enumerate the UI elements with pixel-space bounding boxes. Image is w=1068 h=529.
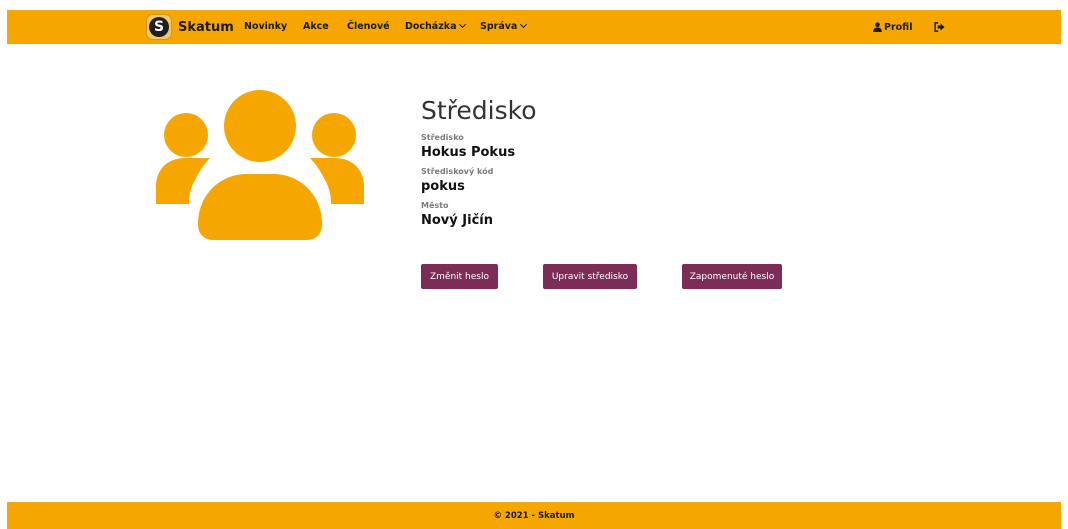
chevron-down-icon: [520, 20, 528, 29]
nav-link-label: Novinky: [244, 21, 288, 32]
nav-link-label: Členové: [347, 21, 390, 32]
field-label-mesto: Město: [421, 201, 449, 210]
field-value-stredisko: Hokus Pokus: [421, 145, 516, 160]
field-value-kod: pokus: [421, 179, 465, 194]
field-label-stredisko: Středisko: [421, 133, 464, 142]
brand-logo: S: [146, 14, 172, 40]
profile-link[interactable]: Profil: [873, 10, 912, 44]
forgotten-password-button[interactable]: Zapomenuté heslo: [682, 264, 782, 289]
edit-center-button[interactable]: Upravit středisko: [543, 264, 637, 289]
brand-logo-letter: S: [149, 17, 169, 37]
detail-panel: Středisko Středisko Hokus Pokus Středisk…: [421, 93, 921, 233]
field-value-mesto: Nový Jičín: [421, 213, 493, 228]
change-password-button[interactable]: Změnit heslo: [421, 264, 498, 289]
nav-link-akce[interactable]: Akce: [303, 10, 329, 44]
nav-link-label: Akce: [303, 21, 329, 32]
nav-link-label: Správa: [480, 21, 518, 32]
profile-label: Profil: [884, 21, 913, 33]
page-title: Středisko: [421, 96, 537, 125]
brand-name: Skatum: [178, 19, 234, 35]
users-group-icon: [156, 90, 364, 240]
field-label-kod: Střediskový kód: [421, 167, 494, 176]
nav-link-label: Docházka: [405, 21, 457, 32]
footer: © 2021 - Skatum: [7, 502, 1061, 529]
page: S Skatum Novinky Akce Členové Docházka S…: [0, 0, 1068, 529]
user-icon: [873, 22, 882, 32]
nav-dropdown-sprava[interactable]: Správa: [480, 10, 528, 44]
sign-out-icon: [934, 22, 945, 32]
logout-button[interactable]: [934, 10, 945, 44]
nav-link-novinky[interactable]: Novinky: [244, 10, 287, 44]
nav-link-clenove[interactable]: Členové: [347, 10, 390, 44]
nav-dropdown-dochazka[interactable]: Docházka: [405, 10, 467, 44]
footer-copyright: © 2021 - Skatum: [493, 510, 575, 521]
brand-link[interactable]: S Skatum: [146, 13, 234, 41]
top-navbar: S Skatum Novinky Akce Členové Docházka S…: [7, 10, 1061, 44]
chevron-down-icon: [459, 20, 467, 29]
